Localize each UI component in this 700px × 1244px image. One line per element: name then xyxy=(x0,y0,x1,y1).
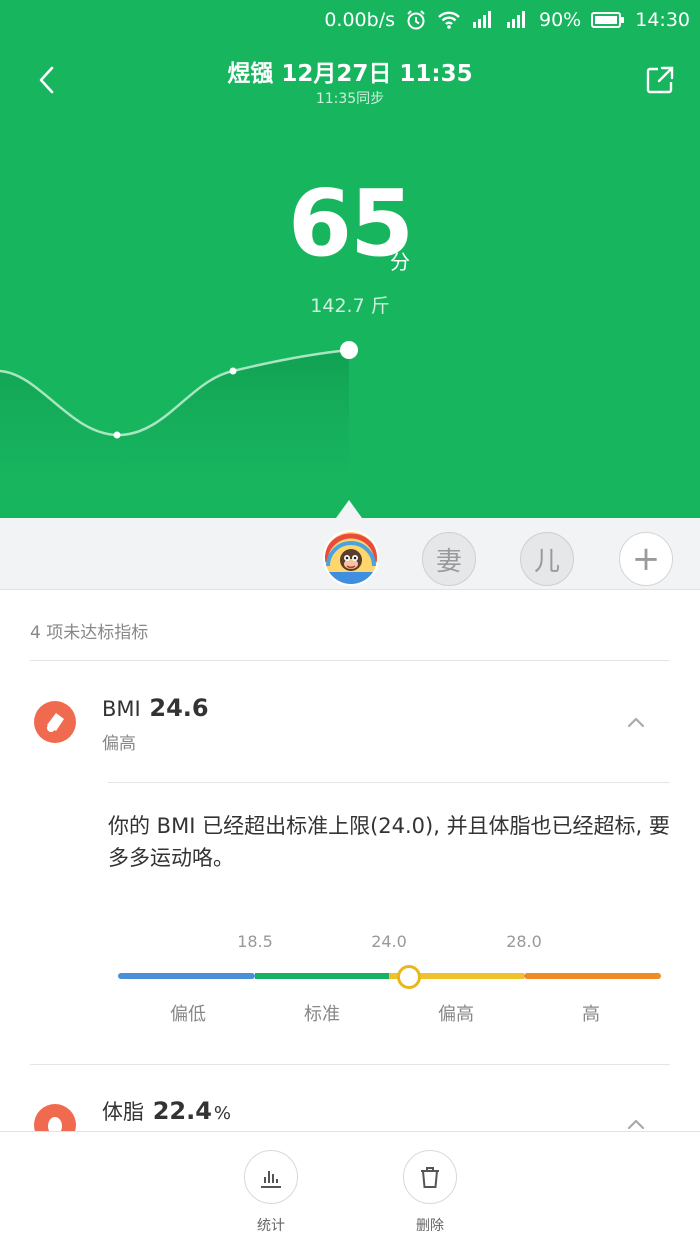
trash-icon xyxy=(421,1167,439,1188)
scale-segment-high xyxy=(524,973,661,979)
delete-button[interactable] xyxy=(403,1150,457,1204)
weight-trend-chart[interactable] xyxy=(0,330,700,520)
bottom-toolbar xyxy=(0,1131,700,1244)
clock: 14:30 xyxy=(635,9,690,31)
trend-point xyxy=(229,367,237,375)
signal-icon xyxy=(471,10,495,30)
avatar[interactable] xyxy=(323,530,379,586)
metric-bmi[interactable]: BMI 24.6 xyxy=(102,694,209,722)
metric-name: BMI xyxy=(102,697,141,721)
scale-tick: 18.5 xyxy=(237,932,273,951)
bar-chart-icon xyxy=(261,1171,281,1188)
battery-icon xyxy=(591,11,625,29)
wifi-icon xyxy=(437,10,461,30)
score-unit: 分 xyxy=(390,250,410,274)
status-bar: 0.00b/s 90% 14:30 xyxy=(324,6,690,34)
header-panel: 0.00b/s 90% 14:30 煜镪 12月27日 11:35 11:35同… xyxy=(0,0,700,520)
metric-status: 偏高 xyxy=(102,734,136,754)
selected-pointer xyxy=(336,500,362,518)
scale-tick: 28.0 xyxy=(506,932,542,951)
share-button[interactable] xyxy=(644,64,676,96)
stats-label: 统计 xyxy=(257,1218,285,1234)
scale-segment-low xyxy=(118,973,255,979)
alarm-icon xyxy=(405,9,427,31)
net-speed: 0.00b/s xyxy=(324,9,395,31)
profile-wife[interactable]: 妻 xyxy=(422,532,476,586)
stats-button[interactable] xyxy=(244,1150,298,1204)
metric-unit: % xyxy=(213,1103,232,1124)
metric-value: 24.6 xyxy=(149,694,209,722)
monkey-avatar-icon xyxy=(325,532,377,584)
add-profile-button[interactable]: + xyxy=(619,532,673,586)
scale-label: 偏高 xyxy=(438,1004,474,1025)
sync-time: 11:35同步 xyxy=(315,91,385,107)
scale-label: 高 xyxy=(582,1004,600,1025)
divider xyxy=(30,660,670,661)
plus-icon: + xyxy=(631,539,661,579)
delete-label: 删除 xyxy=(416,1218,444,1234)
trend-point-current xyxy=(340,341,358,359)
trend-point xyxy=(113,431,121,439)
share-icon xyxy=(646,66,674,94)
page-title: 煜镪 12月27日 11:35 xyxy=(227,61,473,87)
battery-level: 90% xyxy=(539,9,582,31)
chevron-up-icon xyxy=(627,717,645,728)
bmi-marker xyxy=(397,965,421,989)
collapse-button[interactable] xyxy=(624,710,648,734)
bmi-icon xyxy=(34,701,76,743)
weight-value: 142.7 斤 xyxy=(310,295,390,317)
scale-segment-normal xyxy=(255,973,389,979)
profile-label: 儿 xyxy=(533,546,560,577)
signal-icon xyxy=(505,10,529,30)
metric-name: 体脂 xyxy=(102,1100,144,1124)
divider xyxy=(30,1064,670,1065)
scale-label: 偏低 xyxy=(170,1004,206,1025)
profile-label: 妻 xyxy=(435,546,462,577)
scale-tick: 24.0 xyxy=(371,932,407,951)
profile-son[interactable]: 儿 xyxy=(520,532,574,586)
bmi-description: 你的 BMI 已经超出标准上限(24.0), 并且体脂也已经超标, 要多多运动咯… xyxy=(108,814,670,870)
trend-area xyxy=(0,350,349,520)
divider xyxy=(108,782,670,783)
metric-body-fat[interactable]: 体脂 22.4% xyxy=(102,1096,231,1126)
section-title: 4 项未达标指标 xyxy=(30,623,149,643)
metric-value: 22.4 xyxy=(152,1097,212,1125)
scale-label: 标准 xyxy=(304,1004,340,1025)
